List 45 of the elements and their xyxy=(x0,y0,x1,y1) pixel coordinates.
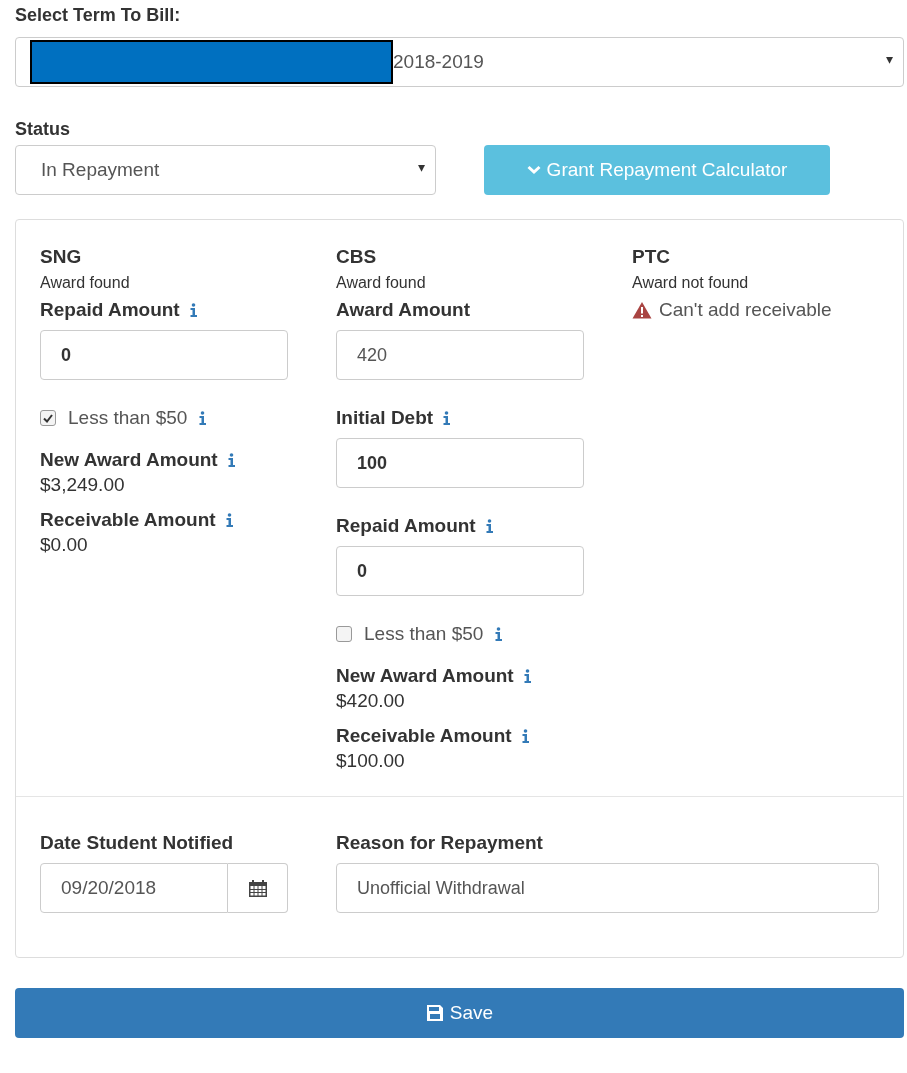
field-label: Status xyxy=(15,118,71,141)
field-label: Date Student Notified xyxy=(40,831,235,855)
select-value: 2018-2019 xyxy=(393,51,484,73)
calendar-button[interactable] xyxy=(228,863,288,913)
input-field[interactable]: 0 xyxy=(336,546,584,596)
field-label: Award Amount xyxy=(336,299,471,321)
field-label: New Award Amount xyxy=(40,449,218,471)
caret-icon: ▾ xyxy=(418,159,425,175)
input-field[interactable]: 420 xyxy=(336,330,584,380)
amount-value: $420.00 xyxy=(336,690,406,713)
chevron-down-icon xyxy=(526,165,541,175)
amount-value: $0.00 xyxy=(40,534,89,557)
select-value: In Repayment xyxy=(40,159,160,181)
amount-value: $3,249.00 xyxy=(40,474,126,497)
field-label: Initial Debt xyxy=(336,407,434,429)
award-status: Award found xyxy=(40,274,131,293)
warning-icon xyxy=(632,301,652,319)
grant-title: SNG xyxy=(40,246,83,269)
checkbox[interactable] xyxy=(40,410,56,426)
field-label: Repaid Amount xyxy=(40,299,180,321)
save-button[interactable]: Save xyxy=(15,988,904,1038)
warning-text: Can't add receivable xyxy=(659,299,832,321)
input-field[interactable]: 100 xyxy=(336,438,584,488)
term-select[interactable]: 2018-2019 ▾ xyxy=(15,37,904,87)
field-label: New Award Amount xyxy=(336,665,514,687)
grant-title: CBS xyxy=(336,246,378,269)
input-field[interactable]: 0 xyxy=(40,330,288,380)
checkbox-label: Less than $50 xyxy=(68,407,188,429)
input-field[interactable]: Unofficial Withdrawal xyxy=(336,863,879,913)
field-label: Select Term To Bill: xyxy=(15,4,182,27)
calendar-icon xyxy=(248,879,267,897)
field-label: Reason for Repayment xyxy=(336,831,544,855)
checkbox[interactable] xyxy=(336,626,352,642)
field-label: Receivable Amount xyxy=(336,725,512,747)
field-label: Receivable Amount xyxy=(40,509,216,531)
award-status: Award found xyxy=(336,274,427,293)
caret-icon: ▾ xyxy=(886,51,893,67)
date-field[interactable]: 09/20/2018 xyxy=(40,863,228,913)
amount-value: $100.00 xyxy=(336,750,406,773)
grant-title: PTC xyxy=(632,246,671,269)
field-label: Repaid Amount xyxy=(336,515,476,537)
checkbox-label: Less than $50 xyxy=(364,623,484,645)
check-icon xyxy=(43,413,53,423)
status-select[interactable]: In Repayment ▾ xyxy=(15,145,436,195)
award-status: Award not found xyxy=(632,274,750,293)
